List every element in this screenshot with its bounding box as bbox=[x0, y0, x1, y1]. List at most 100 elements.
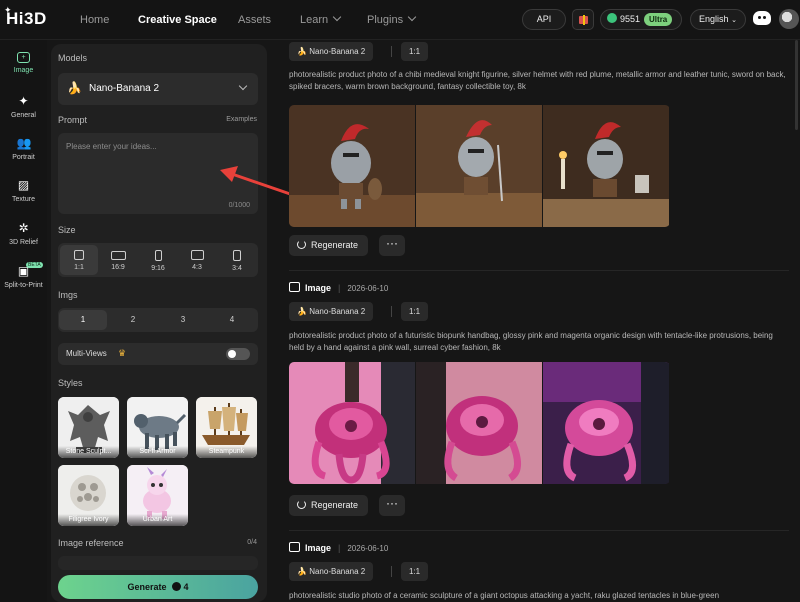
size-option-1-1[interactable]: 1:1 bbox=[60, 245, 98, 275]
image-reference-count: 0/4 bbox=[247, 539, 257, 546]
style-card-sci-fi-armor[interactable]: Sci-fi Armor bbox=[127, 397, 188, 458]
result-image[interactable] bbox=[416, 362, 542, 484]
size-option-4-3[interactable]: 4:3 bbox=[178, 245, 216, 275]
style-card-filigree-ivory[interactable]: Filigree Ivory bbox=[58, 465, 119, 526]
rail-item-general[interactable]: ✦ General bbox=[0, 94, 47, 119]
api-button[interactable]: API bbox=[522, 9, 566, 30]
image-icon bbox=[289, 542, 300, 552]
size-option-3-4[interactable]: 3:4 bbox=[218, 245, 256, 275]
tool-rail: + Image ✦ General 👥 Portrait ▨ Texture ✲… bbox=[0, 40, 47, 602]
relief-icon: ✲ bbox=[18, 221, 29, 235]
multi-views-row: Multi-Views ♛ bbox=[58, 343, 258, 365]
crown-icon: ♛ bbox=[118, 348, 127, 358]
nav-plugins[interactable]: Plugins bbox=[367, 0, 417, 40]
prompt-text[interactable]: photorealistic product photo of a futuri… bbox=[289, 330, 789, 354]
rail-item-image[interactable]: + Image bbox=[0, 52, 47, 74]
more-options-button[interactable]: ··· bbox=[379, 495, 405, 516]
prompt-char-count: 0/1000 bbox=[228, 202, 250, 209]
style-card-steampunk[interactable]: Steampunk bbox=[196, 397, 257, 458]
image-icon bbox=[289, 282, 300, 292]
result-date: 2026-06-10 bbox=[347, 284, 389, 293]
imgs-option-4[interactable]: 4 bbox=[208, 310, 256, 330]
sparkle-icon: ✦ bbox=[18, 94, 29, 108]
ratio-tag: 1:1 bbox=[401, 302, 429, 321]
image-reference-dropzone[interactable] bbox=[58, 556, 258, 570]
more-options-button[interactable]: ··· bbox=[379, 235, 405, 256]
multi-views-toggle[interactable] bbox=[226, 348, 250, 360]
model-tag: 🍌 Nano-Banana 2 bbox=[289, 302, 374, 321]
styles-label: Styles bbox=[58, 378, 83, 388]
credit-icon bbox=[171, 582, 181, 591]
feed-scrollbar[interactable] bbox=[795, 40, 798, 130]
size-option-16-9[interactable]: 16:9 bbox=[99, 245, 137, 275]
prompt-label: Prompt bbox=[58, 115, 88, 125]
chevron-down-icon bbox=[407, 12, 417, 22]
model-tag: 🍌 Nano-Banana 2 bbox=[289, 562, 374, 581]
discord-icon[interactable] bbox=[753, 11, 771, 25]
multi-views-label: Multi-Views bbox=[66, 349, 107, 358]
imgs-option-2[interactable]: 2 bbox=[109, 310, 157, 330]
nav-creative-space[interactable]: Creative Space bbox=[138, 0, 217, 40]
ratio-tag: 1:1 bbox=[401, 42, 429, 61]
nav-assets[interactable]: Assets bbox=[238, 0, 271, 40]
model-tag: 🍌 Nano-Banana 2 bbox=[289, 42, 374, 61]
beta-badge: BETA bbox=[26, 262, 43, 268]
imgs-option-1[interactable]: 1 bbox=[59, 310, 107, 330]
image-reference-label: Image reference bbox=[58, 538, 124, 548]
imgs-option-3[interactable]: 3 bbox=[159, 310, 207, 330]
result-image[interactable] bbox=[416, 105, 542, 227]
refresh-icon bbox=[297, 500, 306, 509]
result-date: 2026-06-10 bbox=[347, 544, 389, 553]
examples-link[interactable]: Examples bbox=[226, 116, 257, 123]
result-image[interactable] bbox=[289, 362, 415, 484]
generate-button[interactable]: Generate 4 bbox=[58, 575, 258, 599]
style-card-urban-art[interactable]: Urban Art bbox=[127, 465, 188, 526]
result-image[interactable] bbox=[289, 105, 415, 227]
people-icon: 👥 bbox=[16, 136, 32, 150]
nav-learn[interactable]: Learn bbox=[300, 0, 342, 40]
size-label: Size bbox=[58, 225, 76, 235]
size-option-9-16[interactable]: 9:16 bbox=[139, 245, 177, 275]
model-select[interactable]: 🍌 Nano-Banana 2 bbox=[58, 73, 258, 105]
coin-icon bbox=[607, 13, 617, 23]
model-value: Nano-Banana 2 bbox=[89, 83, 160, 94]
ratio-tag: 1:1 bbox=[401, 562, 429, 581]
results-feed: 🍌 Nano-Banana 2 1:1 photorealistic produ… bbox=[277, 40, 800, 602]
result-image[interactable] bbox=[543, 105, 669, 227]
chevron-down-icon bbox=[238, 81, 248, 91]
rail-item-portrait[interactable]: 👥 Portrait bbox=[0, 136, 47, 161]
banana-icon: 🍌 bbox=[67, 81, 82, 95]
imgs-selector: 1 2 3 4 bbox=[58, 308, 258, 332]
language-select[interactable]: English ⌄ bbox=[690, 9, 746, 30]
result-images bbox=[289, 105, 670, 227]
avatar[interactable] bbox=[779, 9, 799, 29]
credits-badge[interactable]: 9551 Ultra bbox=[600, 9, 682, 30]
regenerate-button[interactable]: Regenerate bbox=[289, 235, 369, 256]
banana-icon: 🍌 bbox=[297, 307, 310, 316]
top-bar: ✦ Hi3D Home Creative Space Assets Learn P… bbox=[0, 0, 800, 40]
size-selector: 1:1 16:9 9:16 4:3 3:4 bbox=[58, 243, 258, 277]
nav-home[interactable]: Home bbox=[80, 0, 109, 40]
result-header: Image | 2026-06-10 bbox=[289, 542, 388, 553]
chevron-down-icon bbox=[332, 12, 342, 22]
texture-icon: ▨ bbox=[17, 178, 30, 192]
result-image[interactable] bbox=[543, 362, 669, 484]
result-images bbox=[289, 362, 670, 484]
banana-icon: 🍌 bbox=[297, 47, 310, 56]
rail-item-split-to-print[interactable]: ▣ BETA Split-to-Print bbox=[0, 262, 47, 289]
credits-count: 9551 bbox=[620, 14, 641, 24]
regenerate-button[interactable]: Regenerate bbox=[289, 495, 369, 516]
result-header: Image | 2026-06-10 bbox=[289, 282, 388, 293]
banana-icon: 🍌 bbox=[297, 567, 310, 576]
refresh-icon bbox=[297, 240, 306, 249]
rail-item-texture[interactable]: ▨ Texture bbox=[0, 178, 47, 203]
prompt-text[interactable]: photorealistic product photo of a chibi … bbox=[289, 69, 789, 93]
image-plus-icon: + bbox=[17, 52, 30, 63]
rail-item-3d-relief[interactable]: ✲ 3D Relief bbox=[0, 221, 47, 246]
gift-icon[interactable] bbox=[572, 9, 594, 30]
generation-panel: Models 🍌 Nano-Banana 2 Prompt Examples 0… bbox=[51, 44, 267, 602]
prompt-text[interactable]: photorealistic studio photo of a ceramic… bbox=[289, 590, 789, 602]
logo[interactable]: ✦ Hi3D bbox=[4, 5, 47, 29]
style-card-stone-sculpture[interactable]: Stone Sculpt... bbox=[58, 397, 119, 458]
imgs-label: Imgs bbox=[58, 290, 78, 300]
